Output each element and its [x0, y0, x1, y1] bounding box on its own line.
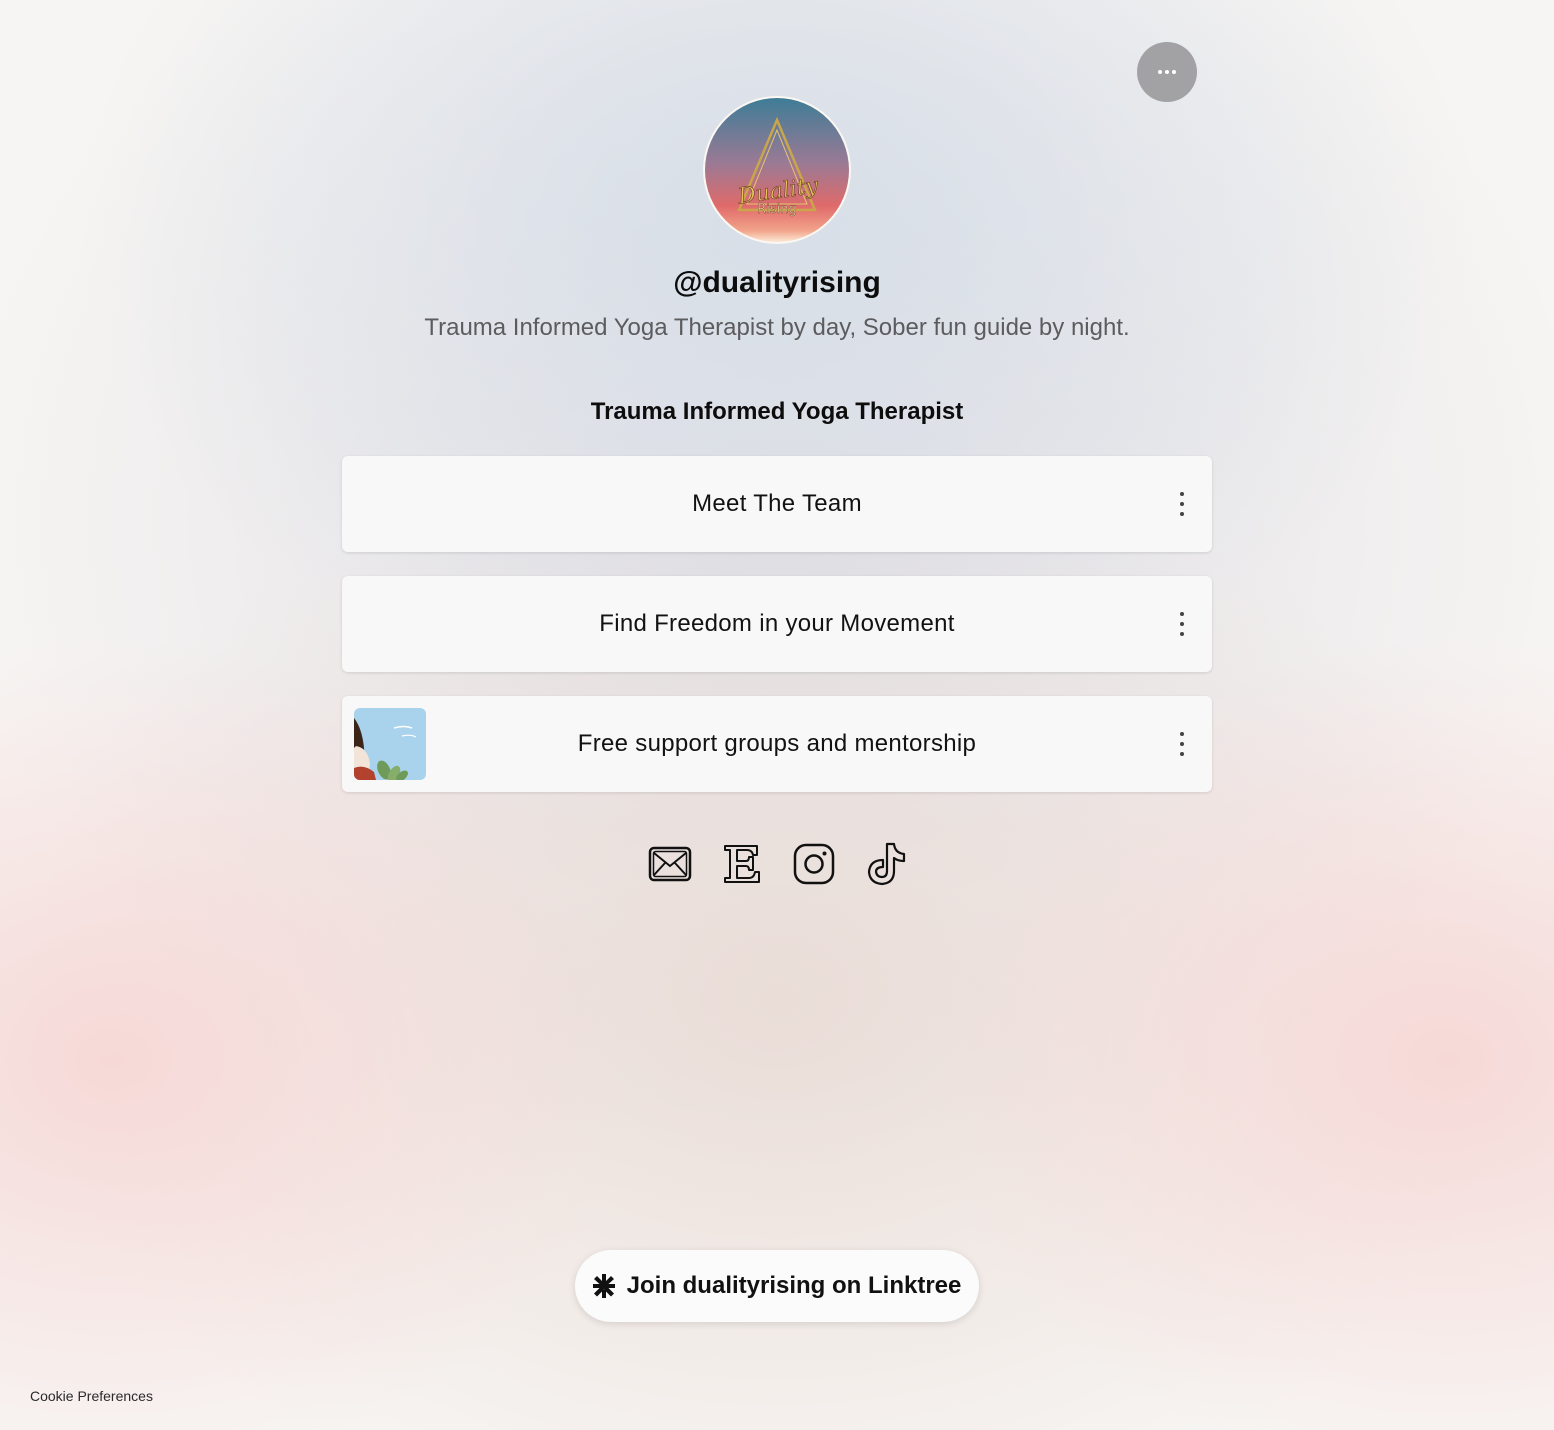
cookie-preferences-link[interactable]: Cookie Preferences [30, 1388, 153, 1404]
link-label: Meet The Team [692, 490, 862, 517]
join-label: Join dualityrising on Linktree [626, 1272, 962, 1299]
more-options-button[interactable] [1137, 42, 1197, 102]
etsy-link[interactable] [718, 840, 766, 888]
email-link[interactable] [646, 840, 694, 888]
link-label: Free support groups and mentorship [577, 730, 977, 757]
link-thumbnail [354, 708, 426, 780]
link-label: Find Freedom in your Movement [599, 610, 955, 637]
link-menu-button[interactable] [1174, 492, 1190, 516]
link-free-support-groups[interactable]: Free support groups and mentorship [342, 696, 1212, 792]
link-menu-button[interactable] [1174, 732, 1190, 756]
links-section-header: Trauma Informed Yoga Therapist [590, 398, 964, 425]
link-find-freedom[interactable]: Find Freedom in your Movement [342, 576, 1212, 672]
email-icon [648, 846, 692, 882]
avatar-text-line2: Rising [757, 202, 797, 217]
social-icons-row [646, 840, 910, 888]
link-menu-button[interactable] [1174, 612, 1190, 636]
instagram-icon [793, 843, 835, 885]
profile-bio: Trauma Informed Yoga Therapist by day, S… [424, 314, 1130, 341]
join-linktree-button[interactable]: Join dualityrising on Linktree [575, 1250, 979, 1322]
more-vertical-icon [1180, 612, 1184, 616]
more-vertical-icon [1180, 492, 1184, 496]
linktree-asterisk-icon [592, 1274, 615, 1298]
tiktok-link[interactable] [862, 840, 910, 888]
profile-username: @dualityrising [673, 266, 881, 299]
tiktok-icon [867, 842, 906, 886]
link-meet-the-team[interactable]: Meet The Team [342, 456, 1212, 552]
more-vertical-icon [1180, 732, 1184, 736]
avatar: Duality Rising [703, 96, 851, 244]
instagram-link[interactable] [790, 840, 838, 888]
more-horizontal-icon [1158, 70, 1176, 74]
etsy-icon [724, 845, 760, 883]
